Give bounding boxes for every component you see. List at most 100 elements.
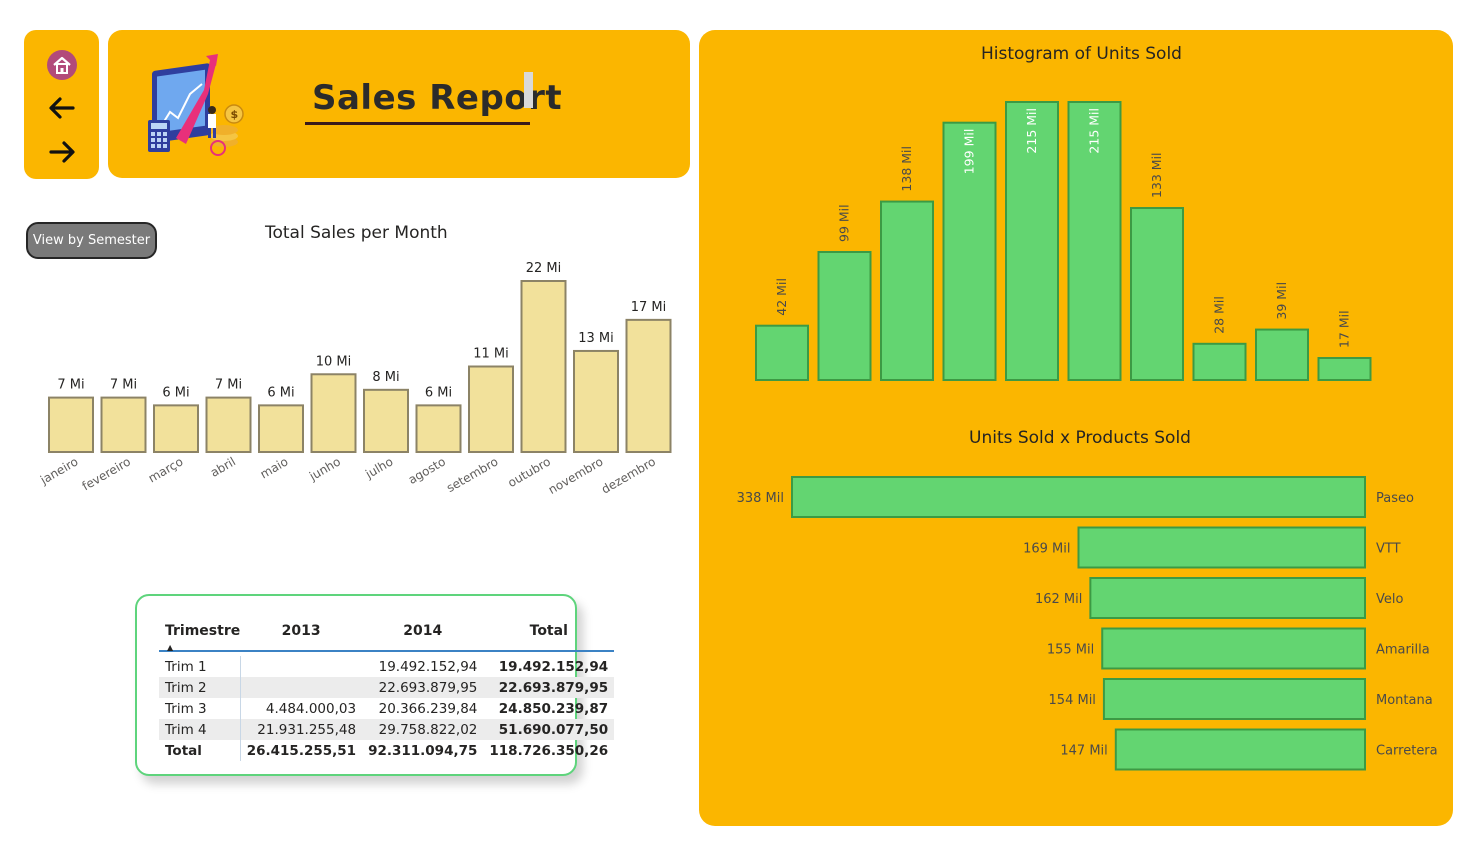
matrix-cell: 22.693.879,95 (362, 677, 484, 698)
month-axis-label: maio (258, 454, 291, 481)
monthly-sales-data-label: 6 Mi (425, 385, 452, 400)
matrix-header-row: Trimestre ▲ 2013 2014 Total (159, 620, 615, 652)
product-data-label: 154 Mil (1049, 693, 1096, 708)
matrix-row-total: 22.693.879,95 (483, 677, 615, 698)
month-axis-label: agosto (406, 454, 448, 486)
units-by-product-chart: 338 Mil Paseo 169 Mil VTT 162 Mil Velo 155 Mil… (737, 476, 1438, 771)
histogram-data-label: 138 Mil (899, 146, 914, 192)
month-axis-label: junho (306, 454, 343, 483)
table-row: Trim 2 22.693.879,95 22.693.879,95 (159, 677, 615, 698)
matrix-col-header[interactable]: Total (483, 620, 615, 652)
histogram-data-label: 39 Mil (1274, 282, 1289, 320)
monthly-sales-bar[interactable] (48, 396, 94, 454)
matrix-row-total: 24.850.239,87 (498, 700, 609, 717)
sort-ascending-icon[interactable]: ▲ (167, 643, 173, 652)
product-axis-label: Carretera (1376, 744, 1438, 759)
matrix-row-label: Trim 3 (159, 698, 241, 719)
monthly-sales-bar[interactable] (153, 404, 199, 453)
matrix-col-header[interactable]: Trimestre ▲ (159, 620, 241, 652)
monthly-sales-bar[interactable] (625, 318, 672, 454)
arrow-right-icon (48, 141, 75, 163)
product-data-label: 162 Mil (1035, 592, 1082, 607)
histogram-bar[interactable] (1255, 328, 1309, 381)
matrix-total-cell: 92.311.094,75 (368, 742, 478, 759)
matrix-row-total: 19.492.152,94 (498, 658, 609, 675)
histogram-data-label: 215 Mil (1024, 108, 1039, 154)
product-bar[interactable] (1114, 728, 1367, 771)
matrix-cell: 21.931.255,48 (240, 719, 363, 740)
product-bar[interactable] (1101, 627, 1366, 670)
svg-text:$: $ (231, 108, 239, 121)
histogram-data-label: 28 Mil (1212, 296, 1227, 334)
product-axis-label: Velo (1376, 592, 1403, 607)
units-panel: Histogram of Units Sold 42 Mil 99 Mil 138 … (699, 30, 1453, 826)
month-axis-label: abril (208, 454, 238, 479)
histogram-data-label: 17 Mil (1337, 310, 1352, 348)
monthly-sales-bar[interactable] (258, 404, 304, 453)
products-chart-title: Units Sold x Products Sold (969, 428, 1191, 448)
monthly-sales-bar[interactable] (310, 373, 357, 453)
back-button[interactable] (24, 88, 99, 128)
histogram-chart-title: Histogram of Units Sold (981, 44, 1182, 64)
histogram-bar[interactable] (880, 200, 934, 381)
monthly-sales-data-label: 7 Mi (57, 378, 84, 393)
monthly-sales-bar[interactable] (363, 388, 409, 453)
histogram-data-label: 99 Mil (837, 204, 852, 242)
month-axis-label: dezembro (599, 454, 658, 496)
matrix-cell: 19.492.152,94 (378, 658, 478, 675)
quarter-matrix-table: Trimestre ▲ 2013 2014 Total Trim 1 19.49… (159, 620, 615, 761)
product-bar[interactable] (791, 476, 1366, 518)
matrix-total-row: Total 26.415.255,51 92.311.094,75 118.72… (159, 740, 614, 761)
month-axis-label: novembro (546, 454, 606, 496)
matrix-row-total: 51.690.077,50 (483, 719, 615, 740)
product-axis-label: Paseo (1376, 491, 1414, 506)
histogram-bar[interactable] (1130, 207, 1184, 381)
histogram-bar[interactable] (1317, 357, 1372, 382)
monthly-sales-data-label: 13 Mi (578, 331, 614, 346)
month-axis-label: fevereiro (80, 454, 133, 493)
monthly-sales-bar[interactable] (415, 404, 462, 453)
matrix-row-label: Trim 1 (159, 656, 241, 677)
histogram-data-label: 199 Mil (962, 129, 977, 175)
matrix-col-header[interactable]: 2014 (362, 620, 484, 652)
monthly-sales-data-label: 11 Mi (473, 347, 509, 362)
table-row: Trim 4 21.931.255,48 29.758.822,02 51.69… (159, 719, 615, 740)
histogram-data-label: 215 Mil (1087, 108, 1102, 154)
matrix-col-header-label: Trimestre (165, 623, 241, 639)
monthly-sales-bar[interactable] (100, 396, 147, 454)
product-axis-label: Amarilla (1376, 643, 1430, 658)
monthly-sales-data-label: 17 Mi (631, 300, 667, 315)
histogram-bar[interactable] (1192, 342, 1247, 381)
histogram-bar[interactable] (817, 250, 872, 381)
units-histogram-chart: 42 Mil 99 Mil 138 Mil 199 Mil 215 Mil 215 Mil… (755, 101, 1372, 382)
monthly-sales-data-label: 22 Mi (526, 261, 562, 276)
matrix-cell: 4.484.000,03 (265, 700, 357, 717)
product-bar[interactable] (1102, 678, 1366, 720)
product-bar[interactable] (1077, 526, 1366, 569)
product-data-label: 147 Mil (1060, 744, 1107, 759)
monthly-sales-data-label: 7 Mi (215, 378, 242, 393)
table-row: Trim 3 4.484.000,03 20.366.239,84 24.850… (159, 698, 614, 719)
monthly-sales-bar[interactable] (573, 349, 619, 453)
product-axis-label: Montana (1376, 693, 1433, 708)
text-cursor (524, 72, 533, 108)
forward-button[interactable] (24, 132, 99, 172)
histogram-data-label: 42 Mil (774, 278, 789, 316)
matrix-grand-total: 118.726.350,26 (489, 742, 609, 759)
monthly-sales-bar[interactable] (468, 365, 514, 453)
month-axis-label: setembro (444, 454, 500, 495)
monthly-sales-data-label: 6 Mi (162, 385, 189, 400)
month-axis-label: março (146, 454, 186, 485)
monthly-sales-bar[interactable] (520, 280, 567, 453)
monthly-sales-bar[interactable] (205, 396, 252, 454)
matrix-col-header[interactable]: 2013 (240, 620, 363, 652)
product-bar[interactable] (1089, 577, 1366, 619)
histogram-bar[interactable] (755, 324, 809, 381)
arrow-left-icon (48, 97, 75, 119)
month-axis-label: janeiro (37, 454, 80, 487)
home-button[interactable] (24, 45, 99, 85)
product-axis-label: VTT (1376, 542, 1401, 557)
quarter-matrix-card: Trimestre ▲ 2013 2014 Total Trim 1 19.49… (135, 594, 615, 776)
matrix-total-cell: 26.415.255,51 (246, 742, 357, 759)
matrix-cell: 29.758.822,02 (362, 719, 484, 740)
